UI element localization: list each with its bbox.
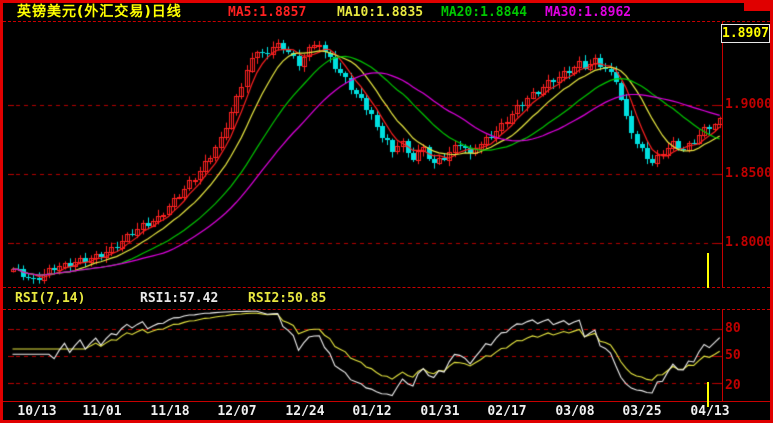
rsi-chart-canvas[interactable] [8, 310, 722, 401]
cursor-line-main [707, 253, 709, 288]
rsi-indicator-label: RSI(7,14) [15, 291, 86, 306]
rsi2-value-label: RSI2:50.85 [248, 291, 327, 306]
price-tick-19000: 1.9000 [725, 97, 772, 112]
date-label-0308: 03/08 [555, 404, 595, 419]
chart-title: 英镑美元(外汇交易)日线 [17, 4, 182, 20]
main-chart-canvas[interactable] [8, 22, 722, 287]
date-label-1224: 12/24 [285, 404, 325, 419]
rsi-tick-20: 20 [725, 378, 741, 393]
cursor-line-rsi [707, 382, 709, 407]
last-price-badge: 1.8907 [721, 24, 770, 43]
rsi1-value-label: RSI1:57.42 [140, 291, 219, 306]
ma30-legend-label: MA30:1.8962 [545, 5, 632, 20]
date-label-0325: 03/25 [622, 404, 662, 419]
rsi-tick-50: 50 [725, 348, 741, 363]
rsi-header-strip: RSI(7,14) RSI1:57.42 RSI2:50.85 [3, 287, 770, 310]
ma10-legend-label: MA10:1.8835 [337, 5, 424, 20]
date-label-0131: 01/31 [420, 404, 460, 419]
date-axis-divider [3, 401, 770, 402]
window-corner-decoration [744, 3, 770, 11]
date-label-0413: 04/13 [690, 404, 730, 419]
date-label-0217: 02/17 [487, 404, 527, 419]
date-label-1118: 11/18 [150, 404, 190, 419]
date-label-0112: 01/12 [352, 404, 392, 419]
date-label-1207: 12/07 [217, 404, 257, 419]
date-label-1101: 11/01 [82, 404, 122, 419]
price-axis-divider [722, 22, 723, 402]
date-label-1013: 10/13 [17, 404, 57, 419]
price-tick-18500: 1.8500 [725, 166, 772, 181]
rsi-tick-80: 80 [725, 321, 741, 336]
chart-window: 英镑美元(外汇交易)日线 MA5:1.8857 MA10:1.8835 MA20… [0, 0, 773, 423]
ma20-legend-label: MA20:1.8844 [441, 5, 528, 20]
price-tick-18000: 1.8000 [725, 235, 772, 250]
ma5-legend-label: MA5:1.8857 [228, 5, 307, 20]
